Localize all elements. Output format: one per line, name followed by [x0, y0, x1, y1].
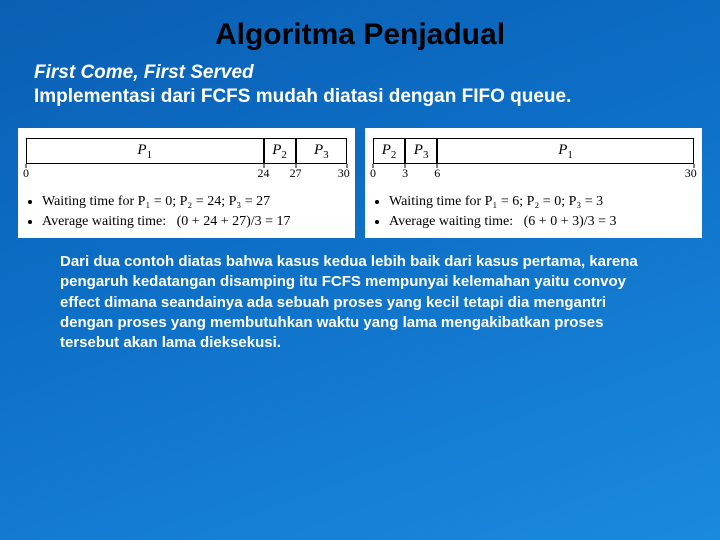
waiting-time-text: Waiting time for P₁ = 0; P₂ = 24; P₃ = 2… — [42, 194, 349, 210]
gantt-bar-p2: P2 — [264, 138, 296, 164]
example-left: P1 P2 P3 0 24 27 30 Waiting time for P₁ … — [18, 128, 355, 238]
algorithm-name: First Come, First Served — [34, 62, 686, 84]
intro-block: First Come, First Served Implementasi da… — [0, 62, 720, 128]
tick: 0 — [370, 166, 376, 181]
algorithm-desc: Implementasi dari FCFS mudah diatasi den… — [34, 86, 686, 108]
tick: 0 — [23, 166, 29, 181]
gantt-bar-p2: P2 — [373, 138, 405, 164]
slide-title: Algoritma Penjadual — [0, 0, 720, 62]
gantt-bar-p1: P1 — [26, 138, 264, 164]
tick: 30 — [338, 166, 350, 181]
gantt-bar-p3: P3 — [405, 138, 437, 164]
gantt-bar-p3: P3 — [296, 138, 347, 164]
tick: 3 — [402, 166, 408, 181]
avg-wait-text: Average waiting time: (6 + 0 + 3)/3 = 3 — [389, 214, 696, 230]
waiting-time-text: Waiting time for P₁ = 6; P₂ = 0; P₃ = 3 — [389, 194, 696, 210]
tick: 30 — [685, 166, 697, 181]
gantt-bar-p1: P1 — [437, 138, 694, 164]
right-bullets: Waiting time for P₁ = 6; P₂ = 0; P₃ = 3 … — [371, 194, 696, 230]
tick: 24 — [258, 166, 270, 181]
conclusion-text: Dari dua contoh diatas bahwa kasus kedua… — [0, 238, 720, 353]
gantt-chart-1: P1 P2 P3 0 24 27 30 — [26, 138, 347, 184]
avg-wait-text: Average waiting time: (0 + 24 + 27)/3 = … — [42, 214, 349, 230]
example-right: P2 P3 P1 0 3 6 30 Waiting time for P₁ = … — [365, 128, 702, 238]
gantt-chart-2: P2 P3 P1 0 3 6 30 — [373, 138, 694, 184]
tick: 27 — [290, 166, 302, 181]
examples-row: P1 P2 P3 0 24 27 30 Waiting time for P₁ … — [0, 128, 720, 238]
tick: 6 — [434, 166, 440, 181]
left-bullets: Waiting time for P₁ = 0; P₂ = 24; P₃ = 2… — [24, 194, 349, 230]
